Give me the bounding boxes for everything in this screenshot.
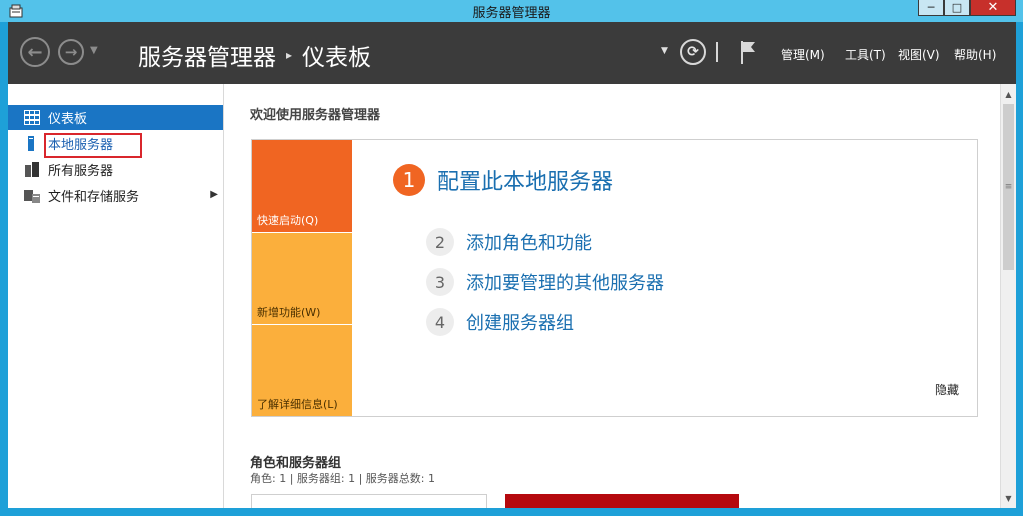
tile-learn-more[interactable]: 了解详细信息(L) — [252, 324, 352, 416]
step-configure-local-server[interactable]: 1 配置此本地服务器 — [393, 164, 613, 196]
refresh-icon[interactable]: ⟳ — [680, 39, 706, 65]
header-divider — [716, 42, 718, 62]
header-bar: ← → ▼ 服务器管理器 ▸ 仪表板 ▼ ⟳ 管理(M) 工具(T) 视图(V)… — [8, 22, 1016, 84]
menu-manage[interactable]: 管理(M) — [781, 46, 825, 63]
servers-icon — [25, 162, 39, 177]
forward-arrow-icon[interactable]: → — [58, 39, 84, 65]
step-number-badge: 1 — [393, 164, 425, 196]
close-button[interactable]: ✕ — [970, 0, 1016, 16]
tile-label: 快速启动(Q) — [257, 214, 319, 227]
expand-arrow-icon[interactable]: ▶ — [210, 189, 218, 200]
step-number-badge: 4 — [426, 308, 454, 336]
role-card-alert[interactable] — [505, 494, 739, 508]
tile-label: 了解详细信息(L) — [257, 398, 338, 411]
menu-tools[interactable]: 工具(T) — [845, 46, 886, 63]
step-link[interactable]: 配置此本地服务器 — [437, 164, 613, 196]
refresh-dropdown-icon[interactable]: ▼ — [661, 46, 668, 56]
scroll-down-icon[interactable]: ▼ — [1001, 490, 1016, 506]
scroll-up-icon[interactable]: ▲ — [1001, 86, 1016, 102]
step-add-roles-features[interactable]: 2 添加角色和功能 — [426, 228, 592, 256]
back-arrow-icon[interactable]: ← — [20, 37, 50, 67]
step-number-badge: 2 — [426, 228, 454, 256]
menu-view[interactable]: 视图(V) — [898, 46, 940, 63]
step-create-server-group[interactable]: 4 创建服务器组 — [426, 308, 574, 336]
sidebar-item-label: 所有服务器 — [48, 164, 114, 179]
vertical-scrollbar[interactable]: ▲ ≡ ▼ — [1000, 84, 1016, 508]
history-dropdown-icon[interactable]: ▼ — [90, 45, 98, 56]
scroll-thumb[interactable]: ≡ — [1003, 104, 1014, 270]
roles-section-title: 角色和服务器组 — [250, 456, 342, 471]
dashboard-grid-icon — [24, 110, 40, 125]
step-number-badge: 3 — [426, 268, 454, 296]
welcome-panel: 快速启动(Q) 新增功能(W) 了解详细信息(L) 1 配置此本地服务器 2 添… — [251, 139, 978, 417]
maximize-button[interactable]: □ — [944, 0, 970, 16]
breadcrumb: 服务器管理器 ▸ 仪表板 — [138, 38, 371, 72]
tile-whats-new[interactable]: 新增功能(W) — [252, 232, 352, 324]
notification-flag-icon[interactable] — [738, 39, 758, 65]
breadcrumb-separator-icon: ▸ — [286, 48, 293, 62]
breadcrumb-current: 仪表板 — [302, 45, 372, 71]
menu-help[interactable]: 帮助(H) — [954, 46, 996, 63]
content-area: 仪表板 本地服务器 所有服务器 文件和存储服务 ▶ 欢迎使用服务器管理器 快速启… — [8, 84, 1016, 508]
sidebar-item-file-storage[interactable]: 文件和存储服务 ▶ — [8, 183, 223, 208]
roles-summary: 角色: 1 | 服务器组: 1 | 服务器总数: 1 — [250, 472, 436, 485]
step-link[interactable]: 添加要管理的其他服务器 — [466, 269, 664, 295]
minimize-button[interactable]: ─ — [918, 0, 944, 16]
storage-icon — [24, 190, 40, 203]
tile-quick-start[interactable]: 快速启动(Q) — [252, 140, 352, 232]
sidebar-item-all-servers[interactable]: 所有服务器 — [8, 157, 223, 182]
highlight-annotation-box — [44, 133, 142, 158]
window-title-bar: 服务器管理器 ─ □ ✕ — [0, 0, 1023, 22]
step-link[interactable]: 添加角色和功能 — [466, 229, 592, 255]
hide-link[interactable]: 隐藏 — [935, 381, 959, 398]
breadcrumb-root[interactable]: 服务器管理器 — [138, 38, 276, 72]
window-title: 服务器管理器 — [472, 6, 551, 21]
sidebar-item-label: 文件和存储服务 — [48, 190, 140, 205]
step-add-other-servers[interactable]: 3 添加要管理的其他服务器 — [426, 268, 664, 296]
sidebar-item-dashboard[interactable]: 仪表板 — [8, 105, 223, 130]
server-icon — [28, 136, 34, 151]
tile-label: 新增功能(W) — [257, 306, 321, 319]
main-panel: 欢迎使用服务器管理器 快速启动(Q) 新增功能(W) 了解详细信息(L) 1 配… — [225, 84, 1000, 508]
sidebar: 仪表板 本地服务器 所有服务器 文件和存储服务 ▶ — [8, 84, 224, 508]
sidebar-item-label: 仪表板 — [48, 112, 88, 127]
step-link[interactable]: 创建服务器组 — [466, 309, 574, 335]
welcome-heading: 欢迎使用服务器管理器 — [250, 108, 381, 123]
role-card[interactable] — [251, 494, 487, 508]
